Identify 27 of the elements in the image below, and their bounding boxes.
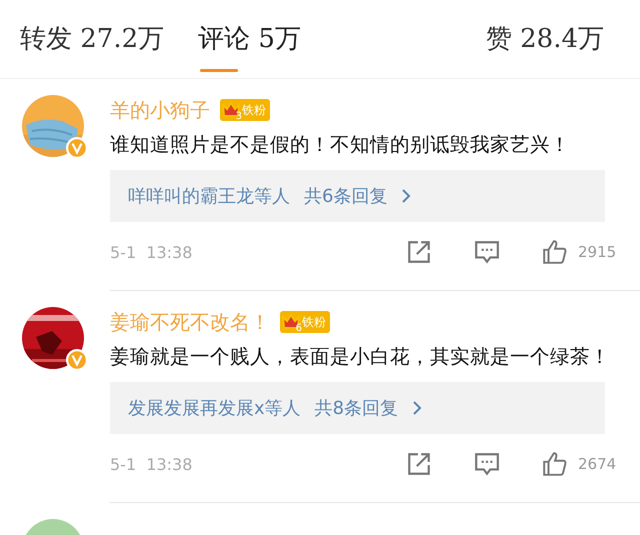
- reply-users: 发展发展再发展x等人: [128, 397, 301, 420]
- like-count: 2674: [578, 455, 616, 473]
- comment-icon[interactable]: [474, 451, 500, 477]
- reply-users: 咩咩叫的霸王龙等人: [128, 185, 290, 208]
- reply-count: 共6条回复: [304, 185, 388, 208]
- thumbs-up-icon[interactable]: [542, 451, 568, 477]
- thumbs-up-icon[interactable]: [542, 239, 568, 265]
- comment-time: 5-1 13:38: [110, 454, 194, 474]
- chevron-icon: [401, 188, 412, 204]
- user-name[interactable]: 姜瑜不死不改名！: [110, 308, 270, 336]
- chevron-icon: [412, 400, 422, 416]
- reply-count: 共8条回复: [314, 397, 398, 420]
- like-count: 2915: [578, 243, 616, 261]
- tab[interactable]: 评论 5万: [198, 0, 301, 78]
- replies-panel[interactable]: 咩咩叫的霸王龙等人 共6条回复: [110, 170, 605, 222]
- comment-text: 姜瑜就是一个贱人，表面是小白花，其实就是一个绿茶！: [110, 344, 611, 370]
- comment-text: 谁知道照片是不是假的！不知情的别诋毁我家艺兴！: [110, 132, 571, 158]
- user-name[interactable]: 羊的小狗子: [110, 96, 210, 124]
- tab[interactable]: 赞 28.4万: [486, 0, 604, 78]
- comment-icon[interactable]: [474, 239, 500, 265]
- replies-panel[interactable]: 发展发展再发展x等人 共8条回复: [110, 382, 605, 434]
- tab[interactable]: 转发 27.2万: [20, 0, 164, 78]
- verified-icon: [66, 137, 88, 159]
- verified-icon: [66, 349, 88, 371]
- comment-time: 5-1 13:38: [110, 242, 194, 262]
- share-icon[interactable]: [406, 239, 432, 265]
- share-icon[interactable]: [406, 451, 432, 477]
